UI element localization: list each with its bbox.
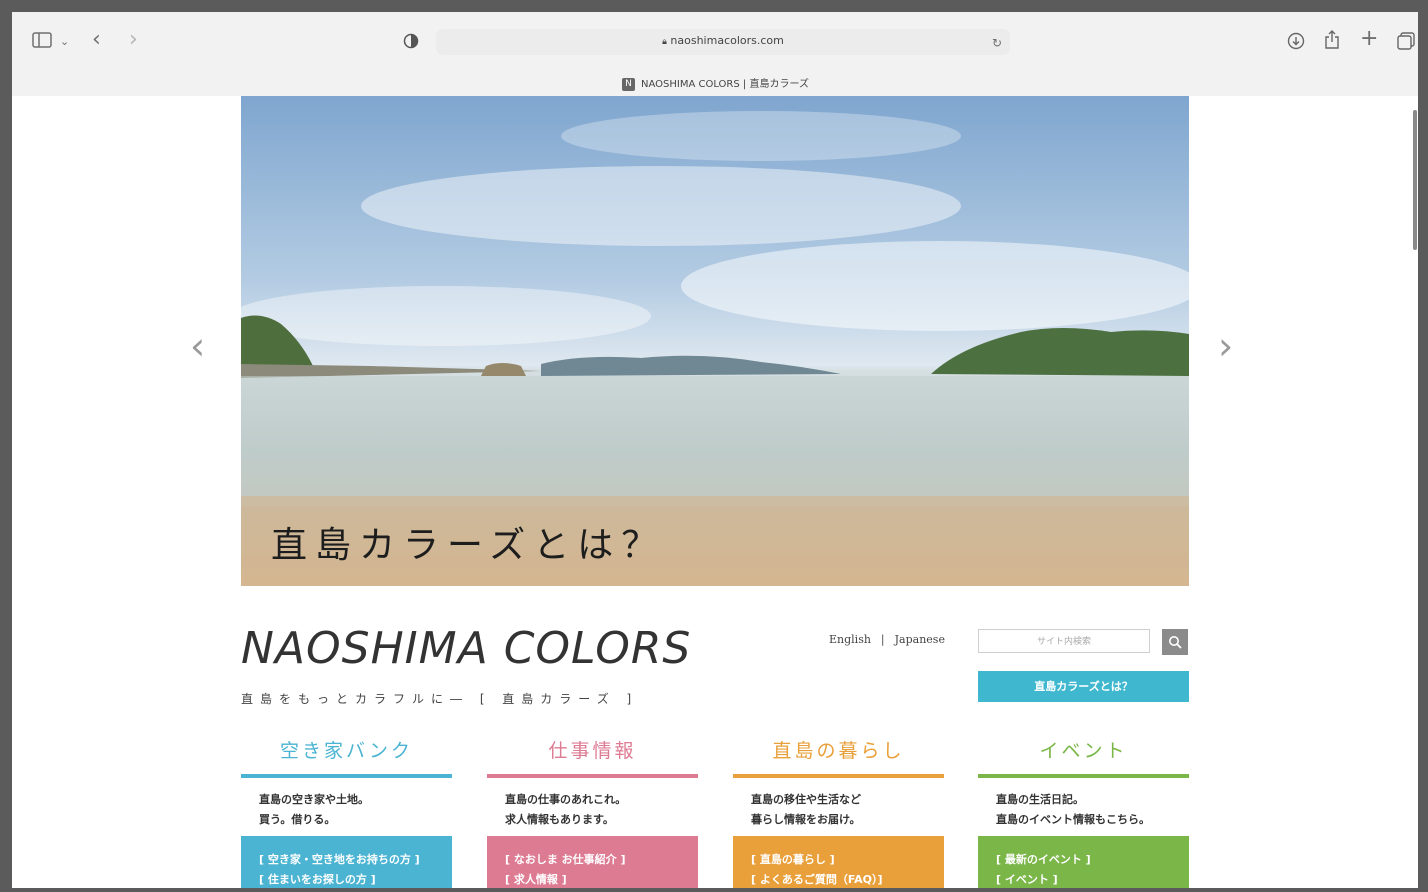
address-bar[interactable]: 🔒︎ naoshimacolors.com ↻ [436,29,1010,55]
browser-toolbar: ⌄ ‹ › 🔒︎ naoshimacolors.com ↻ + N NAOSHIM… [12,12,1418,97]
about-button[interactable]: 直島カラーズとは？ [978,671,1189,702]
category-title[interactable]: イベント [978,736,1189,778]
tab-active[interactable]: N NAOSHIMA COLORS | 直島カラーズ [622,75,809,91]
category-link[interactable]: [ 求人情報 ] [505,870,698,888]
category-title[interactable]: 直島の暮らし [733,736,944,778]
category-title[interactable]: 空き家バンク [241,736,452,778]
tab-bar: N NAOSHIMA COLORS | 直島カラーズ [12,68,1418,96]
category-desc-line: 直島の仕事のあれこれ。 [505,793,627,806]
site-title[interactable]: NAOSHIMA COLORS [241,623,691,674]
slider-prev-arrow[interactable]: ‹ [190,324,205,368]
tabs-overview-icon[interactable] [1397,32,1415,55]
category-link[interactable]: [ 最新のイベント ] [996,850,1189,870]
lang-japanese-link[interactable]: Japanese [895,633,945,646]
scrollbar[interactable] [1410,96,1418,888]
category-link[interactable]: [ よくあるご質問（FAQ）] [751,870,944,888]
category-link[interactable]: [ 空き家・空き地をお持ちの方 ] [259,850,452,870]
scrollbar-thumb[interactable] [1413,110,1417,250]
category-description: 直島の空き家や土地。 買う。借りる。 [241,778,452,836]
address-text[interactable]: 🔒︎ naoshimacolors.com [436,34,1010,47]
site-subtitle: 直島をもっとカラフルに― [ 直島カラーズ ] [241,692,639,706]
shield-icon[interactable] [403,33,419,54]
category-desc-line: 直島の移住や生活など [751,793,861,806]
seascape-image [241,111,1189,586]
category-desc-line: 買う。借りる。 [259,813,336,826]
reload-icon[interactable]: ↻ [992,33,1002,53]
category-desc-line: 求人情報もあります。 [505,813,614,826]
tab-title-text: NAOSHIMA COLORS | 直島カラーズ [641,79,809,90]
hero-caption[interactable]: 直島カラーズとは？ [271,516,665,568]
category-card: 仕事情報 直島の仕事のあれこれ。 求人情報もあります。[ なおしま お仕事紹介 ][… [487,736,698,888]
language-switcher: English | Japanese [824,633,950,646]
category-description: 直島の移住や生活など 暮らし情報をお届け。 [733,778,944,836]
new-tab-icon[interactable]: + [1360,28,1378,50]
back-icon[interactable]: ‹ [92,29,101,51]
browser-window: ⌄ ‹ › 🔒︎ naoshimacolors.com ↻ + N NAOSHIM… [12,12,1418,888]
url-text: naoshimacolors.com [670,34,784,47]
category-title[interactable]: 仕事情報 [487,736,698,778]
hero-slider-image[interactable]: 直島カラーズとは？ [241,96,1189,586]
forward-icon[interactable]: › [129,29,138,51]
category-link[interactable]: [ 住まいをお探しの方 ] [259,870,452,888]
lang-separator: | [880,633,885,646]
category-link-box[interactable]: [ なおしま お仕事紹介 ][ 求人情報 ] [487,836,698,888]
sidebar-icon[interactable] [32,32,52,53]
category-link-box[interactable]: [ 最新のイベント ][ イベント ] [978,836,1189,888]
category-card: 空き家バンク 直島の空き家や土地。 買う。借りる。[ 空き家・空き地をお持ちの方 ]… [241,736,452,888]
category-card: 直島の暮らし 直島の移住や生活など 暮らし情報をお届け。[ 直島の暮らし ][ よく… [733,736,944,888]
search-icon [1169,636,1182,649]
slider-next-arrow[interactable]: › [1218,324,1233,368]
site-search-input[interactable]: サイト内検索 [978,629,1150,653]
category-link-box[interactable]: [ 空き家・空き地をお持ちの方 ][ 住まいをお探しの方 ] [241,836,452,888]
lock-icon: 🔒︎ [662,37,667,47]
category-desc-line: 直島の生活日記。 [996,793,1084,806]
download-icon[interactable] [1287,32,1305,55]
category-desc-line: 直島の空き家や土地。 [259,793,369,806]
web-content: ‹ › 直島カラーズとは？ NAOSHIMA COLORS 直島をもっとカラフル… [12,96,1418,888]
search-button[interactable] [1162,629,1188,655]
share-icon[interactable] [1324,30,1340,55]
category-link[interactable]: [ 直島の暮らし ] [751,850,944,870]
chevron-down-icon[interactable]: ⌄ [60,32,69,52]
favicon: N [622,77,635,91]
category-link[interactable]: [ なおしま お仕事紹介 ] [505,850,698,870]
category-description: 直島の仕事のあれこれ。 求人情報もあります。 [487,778,698,836]
category-link[interactable]: [ イベント ] [996,870,1189,888]
category-card: イベント 直島の生活日記。 直島のイベント情報もこちら。[ 最新のイベント ][ イ… [978,736,1189,888]
category-description: 直島の生活日記。直島のイベント情報もこちら。 [978,778,1189,836]
lang-english-link[interactable]: English [829,633,871,646]
category-desc-line: 直島のイベント情報もこちら。 [996,813,1150,826]
category-desc-line: 暮らし情報をお届け。 [751,813,861,826]
category-link-box[interactable]: [ 直島の暮らし ][ よくあるご質問（FAQ）] [733,836,944,888]
